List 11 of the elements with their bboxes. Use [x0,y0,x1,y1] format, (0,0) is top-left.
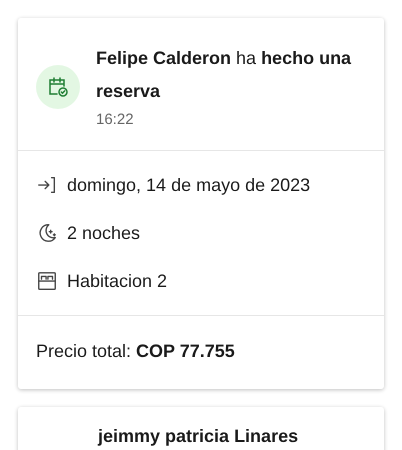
bed-icon [36,270,58,292]
calendar-check-icon [36,65,80,109]
booking-title: jeimmy patricia Linares [98,426,298,446]
detail-text: Habitacion 2 [67,270,168,292]
detail-text: domingo, 14 de mayo de 2023 [67,174,310,197]
price-label: Precio total: [36,340,132,363]
arrow-into-bracket-icon [36,174,58,196]
detail-text: 2 noches [67,222,140,244]
price-value: COP 77.755 [136,340,235,363]
booking-title: Felipe Calderon ha hecho una reserva [96,47,352,103]
booking-time: 16:22 [96,110,135,130]
